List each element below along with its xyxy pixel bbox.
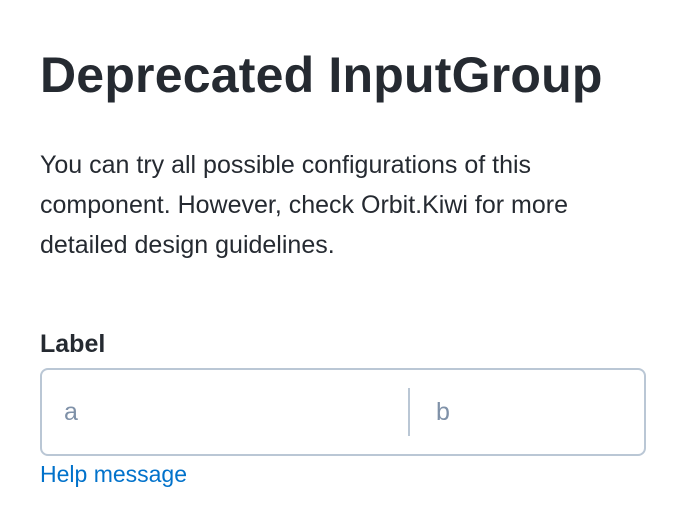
page-title: Deprecated InputGroup — [40, 47, 603, 103]
input-field-a[interactable] — [42, 370, 408, 454]
help-message: Help message — [40, 461, 188, 487]
input-group — [40, 368, 686, 456]
input-group-label: Label — [40, 330, 106, 358]
page: Deprecated InputGroup You can try all po… — [0, 0, 686, 528]
input-field-b[interactable] — [410, 370, 686, 454]
page-description: You can try all possible configurations … — [40, 151, 568, 259]
